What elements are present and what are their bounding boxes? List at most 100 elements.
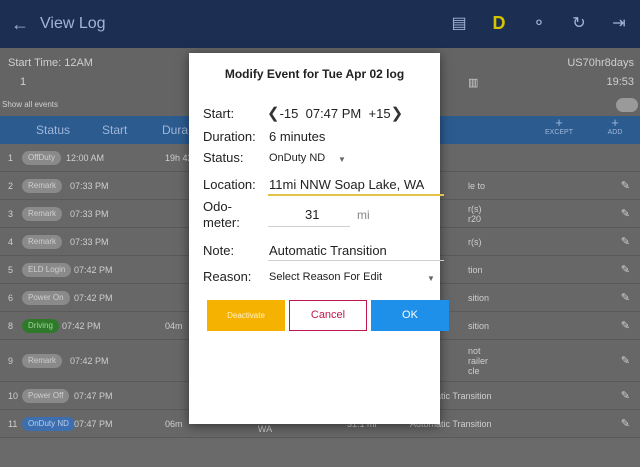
start-time-cell: 07:33 PM — [70, 209, 109, 219]
odometer-underline — [268, 226, 350, 227]
location-input[interactable]: 11mi NNW Soap Lake, WA — [269, 177, 424, 192]
cycle-text: US70hr8days — [567, 57, 634, 69]
plus-icon: + — [555, 115, 563, 130]
odometer-input[interactable]: 31 — [305, 207, 319, 222]
plus-15-button[interactable]: +15 — [369, 106, 391, 121]
deactivate-button[interactable]: Deactivate — [207, 300, 285, 331]
back-arrow-icon[interactable]: ← — [0, 14, 40, 35]
edit-pencil-icon[interactable]: ✎ — [621, 263, 630, 276]
status-badge: Remark — [22, 179, 63, 193]
duration-value: 6 minutes — [269, 129, 326, 144]
header-duration: Dura — [162, 123, 189, 137]
note-cell: le to — [468, 181, 486, 191]
show-all-events-label: Show all events — [2, 100, 59, 109]
note-cell: r(s) — [468, 237, 482, 247]
duration-label: Duration: — [203, 129, 256, 144]
show-all-toggle[interactable] — [616, 98, 638, 112]
row-number: 4 — [8, 237, 14, 247]
note-cell: sition — [468, 321, 490, 331]
start-time-cell: 07:42 PM — [74, 293, 113, 303]
odometer-unit: mi — [357, 208, 370, 222]
start-label: Start: — [203, 106, 235, 121]
except-button[interactable]: + EXCEPT — [544, 115, 574, 138]
note-label: Note: — [203, 243, 235, 258]
row-number: 2 — [8, 181, 14, 191]
start-time-cell: 07:33 PM — [70, 237, 109, 247]
ok-button[interactable]: OK — [371, 300, 449, 331]
row-number: 5 — [8, 265, 14, 275]
note-cell: tion — [468, 265, 483, 275]
page-title: View Log — [40, 15, 106, 32]
edit-pencil-icon[interactable]: ✎ — [621, 207, 630, 220]
row-number: 11 — [8, 419, 18, 429]
edit-pencil-icon[interactable]: ✎ — [621, 235, 630, 248]
start-time-cell: 07:42 PM — [70, 356, 109, 366]
count-text: 1 — [20, 76, 27, 88]
plus-icon: + — [611, 115, 619, 130]
edit-pencil-icon[interactable]: ✎ — [621, 291, 630, 304]
minus-15-button[interactable]: -15 — [280, 106, 299, 121]
start-time-text: Start Time: 12AM — [8, 57, 93, 69]
chevron-right-icon[interactable]: ❯ — [391, 105, 404, 122]
status-badge: Power Off — [22, 389, 70, 403]
message-icon[interactable]: ▤ — [446, 10, 472, 36]
start-time-control: ❮-15 07:47 PM +15❯ — [267, 104, 403, 122]
note-cell: not railer cle — [468, 346, 489, 376]
note-input[interactable]: Automatic Transition — [269, 243, 387, 258]
add-button[interactable]: + ADD — [600, 115, 630, 138]
status-badge: Remark — [22, 207, 63, 221]
edit-pencil-icon[interactable]: ✎ — [621, 319, 630, 332]
appbar-icons: ▤ D ⚬ ↻ ⇥ — [446, 10, 632, 36]
row-number: 3 — [8, 209, 14, 219]
note-cell: r(s) r20 — [468, 204, 482, 224]
start-time-cell: 07:42 PM — [62, 321, 101, 331]
status-badge: ELD Login — [22, 263, 72, 277]
start-time-cell: 07:42 PM — [74, 265, 113, 275]
cancel-button[interactable]: Cancel — [289, 300, 367, 331]
status-badge: Remark — [22, 354, 63, 368]
odometer-label-line1: Odo- — [203, 199, 232, 214]
location-underline — [268, 194, 444, 196]
status-badge: OnDuty ND — [22, 417, 75, 431]
reason-label: Reason: — [203, 269, 252, 284]
chevron-down-icon[interactable]: ▼ — [427, 274, 435, 283]
status-label: Status: — [203, 150, 244, 165]
modify-event-dialog: Modify Event for Tue Apr 02 log Start: ❮… — [189, 53, 449, 424]
edit-pencil-icon[interactable]: ✎ — [621, 354, 630, 367]
edit-pencil-icon[interactable]: ✎ — [621, 179, 630, 192]
row-number: 8 — [8, 321, 14, 331]
start-time-cell: 07:47 PM — [74, 391, 113, 401]
status-badge: Remark — [22, 235, 63, 249]
note-cell: sition — [468, 293, 490, 303]
signal-icon: ▥ — [468, 77, 479, 89]
eld-connection-icon[interactable]: ⚬ — [526, 10, 552, 36]
start-time-cell: 12:00 AM — [66, 153, 105, 163]
duration-cell: 06m — [165, 419, 183, 429]
start-time-cell: 07:47 PM — [74, 419, 113, 429]
edit-pencil-icon[interactable]: ✎ — [621, 389, 630, 402]
chevron-down-icon[interactable]: ▼ — [338, 155, 346, 164]
logout-icon[interactable]: ⇥ — [606, 10, 632, 36]
location-label: Location: — [203, 177, 256, 192]
status-badge: OffDuty — [22, 151, 61, 165]
start-time-cell: 07:33 PM — [70, 181, 109, 191]
row-number: 9 — [8, 356, 14, 366]
status-select[interactable]: OnDuty ND — [269, 152, 325, 164]
row-number: 6 — [8, 293, 14, 303]
header-start: Start — [102, 123, 128, 137]
note-underline — [268, 260, 444, 261]
odometer-label-line2: meter: — [203, 215, 240, 230]
status-badge: Driving — [22, 319, 59, 333]
start-time-value: 07:47 PM — [305, 106, 362, 121]
row-number: 10 — [8, 391, 19, 401]
refresh-icon[interactable]: ↻ — [566, 10, 592, 36]
edit-pencil-icon[interactable]: ✎ — [621, 417, 630, 430]
chevron-left-icon[interactable]: ❮ — [267, 105, 280, 122]
d-status-icon[interactable]: D — [486, 10, 512, 36]
dialog-title: Modify Event for Tue Apr 02 log — [224, 67, 405, 81]
row-number: 1 — [8, 153, 14, 163]
reason-select[interactable]: Select Reason For Edit — [269, 271, 382, 283]
app-bar: ← View Log ▤ D ⚬ ↻ ⇥ — [0, 0, 640, 48]
status-badge: Power On — [22, 291, 70, 305]
header-status: Status — [36, 123, 71, 137]
